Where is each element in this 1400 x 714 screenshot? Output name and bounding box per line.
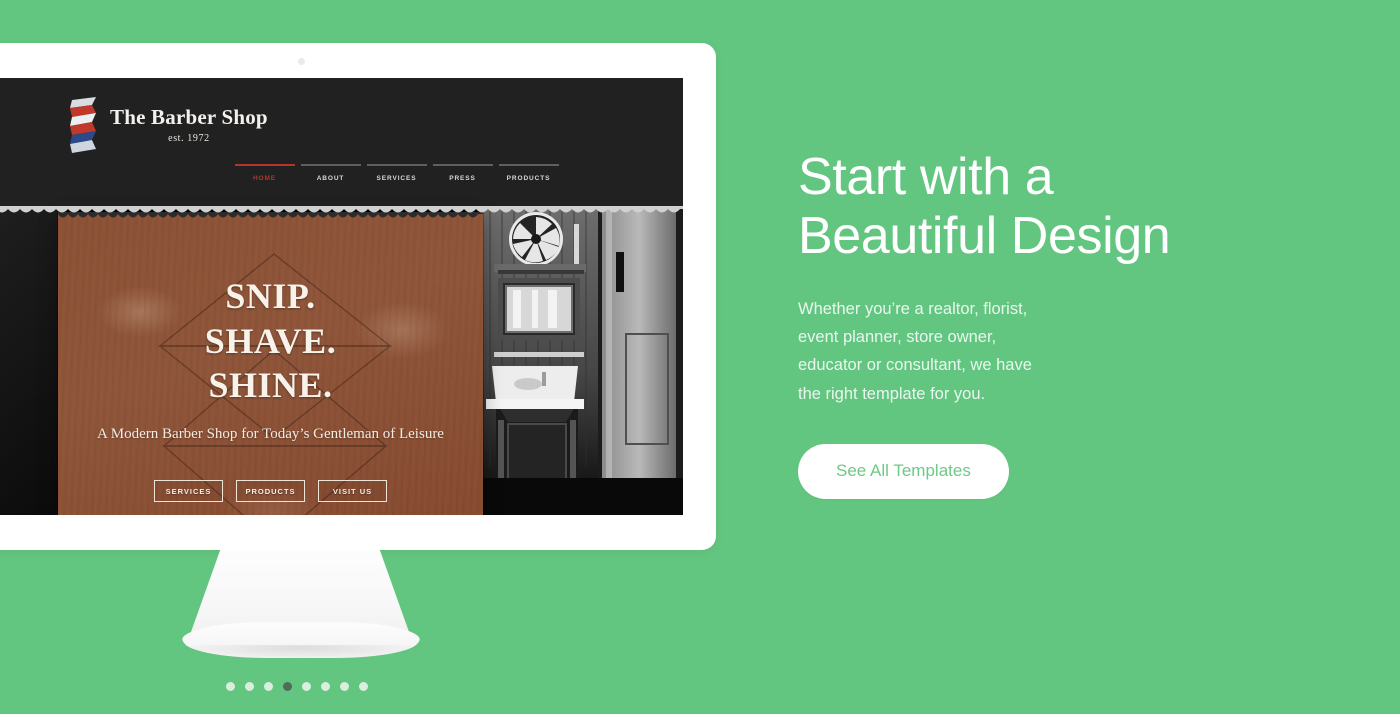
barber-ribbon-icon	[70, 97, 96, 153]
nav-rule	[366, 164, 427, 166]
carousel-dot-8[interactable]	[359, 682, 368, 691]
nav-label: ABOUT	[316, 175, 345, 182]
hero-headline-1: SNIP.	[225, 276, 316, 316]
nav-label: PRESS	[449, 175, 476, 182]
hero-visit-us-button[interactable]: VISIT US	[318, 479, 387, 502]
promo-paragraph-line-3: educator or consultant, we have	[798, 356, 1032, 375]
hero-headline-3: SHINE.	[208, 365, 333, 406]
nav-item-press[interactable]: PRESS	[430, 164, 495, 182]
carousel-dot-7[interactable]	[340, 682, 349, 691]
see-all-templates-button[interactable]: See All Templates	[798, 444, 1009, 500]
hero-subheadline: A Modern Barber Shop for Today’s Gentlem…	[97, 424, 444, 446]
nav-label: PRODUCTS	[506, 175, 551, 182]
template-main-nav[interactable]: HOME ABOUT SERVICES PRESS PRODUCTS	[232, 164, 561, 182]
page-title-line-1: Start with a	[798, 148, 1054, 206]
hero-headline-2: SHAVE.	[204, 320, 337, 361]
page-title-line-2: Beautiful Design	[798, 207, 1171, 266]
carousel-dot-3[interactable]	[264, 682, 273, 691]
nav-item-products[interactable]: PRODUCTS	[496, 164, 561, 182]
carousel-dot-5[interactable]	[302, 682, 311, 691]
nav-label: SERVICES	[376, 175, 417, 182]
hero-slide-stage: The Barber Shop est. 1972 HOME ABOUT SER…	[0, 0, 1400, 714]
monitor-stand-shadow	[176, 645, 426, 659]
nav-rule	[432, 164, 493, 166]
promo-paragraph: Whether you’re a realtor, florist, event…	[798, 295, 1218, 409]
carousel-dot-1[interactable]	[226, 682, 235, 691]
hero-subheadline-line-1: A Modern Barber Shop	[97, 425, 238, 442]
brand-text-block: The Barber Shop est. 1972	[110, 105, 268, 144]
nav-item-home[interactable]: HOME	[232, 164, 297, 182]
webcam-dot-icon	[298, 58, 305, 65]
carousel-dot-4[interactable]	[283, 682, 292, 691]
carousel-dot-6[interactable]	[321, 682, 330, 691]
monitor-mockup: The Barber Shop est. 1972 HOME ABOUT SER…	[0, 43, 716, 550]
template-hero-card: SNIP. SHAVE. SHINE. A Modern Barber Shop…	[58, 212, 483, 515]
template-brand-logo[interactable]: The Barber Shop est. 1972	[70, 96, 268, 154]
hero-services-button[interactable]: SERVICES	[154, 479, 223, 502]
hero-products-button[interactable]: PRODUCTS	[236, 479, 305, 502]
nav-label: HOME	[252, 175, 277, 182]
hero-card-content: SNIP. SHAVE. SHINE. A Modern Barber Shop…	[58, 212, 483, 515]
nav-item-services[interactable]: SERVICES	[364, 164, 429, 182]
nav-rule	[300, 164, 361, 166]
monitor-screen: The Barber Shop est. 1972 HOME ABOUT SER…	[0, 78, 683, 515]
page-title: Start with a Beautiful Design	[798, 148, 1218, 267]
brand-established: est. 1972	[168, 132, 210, 144]
promo-copy-block: Start with a Beautiful Design Whether yo…	[798, 148, 1218, 500]
promo-paragraph-line-1: Whether you’re a realtor, florist,	[798, 299, 1028, 318]
barber-pole-photo	[0, 206, 60, 515]
vintage-barbershop-interior-photo	[480, 206, 683, 515]
nav-rule	[498, 164, 559, 166]
carousel-dot-2[interactable]	[245, 682, 254, 691]
template-site-header: The Barber Shop est. 1972 HOME ABOUT SER…	[0, 78, 683, 206]
brand-name: The Barber Shop	[110, 105, 268, 130]
promo-paragraph-line-2: event planner, store owner,	[798, 327, 997, 346]
promo-paragraph-line-4: the right template for you.	[798, 384, 986, 403]
nav-rule	[234, 164, 295, 166]
hero-subheadline-line-2: for Today’s Gentleman of Leisure	[241, 425, 444, 442]
hero-button-group: SERVICES PRODUCTS VISIT US	[154, 479, 387, 502]
nav-item-about[interactable]: ABOUT	[298, 164, 363, 182]
carousel-dots[interactable]	[226, 682, 368, 691]
